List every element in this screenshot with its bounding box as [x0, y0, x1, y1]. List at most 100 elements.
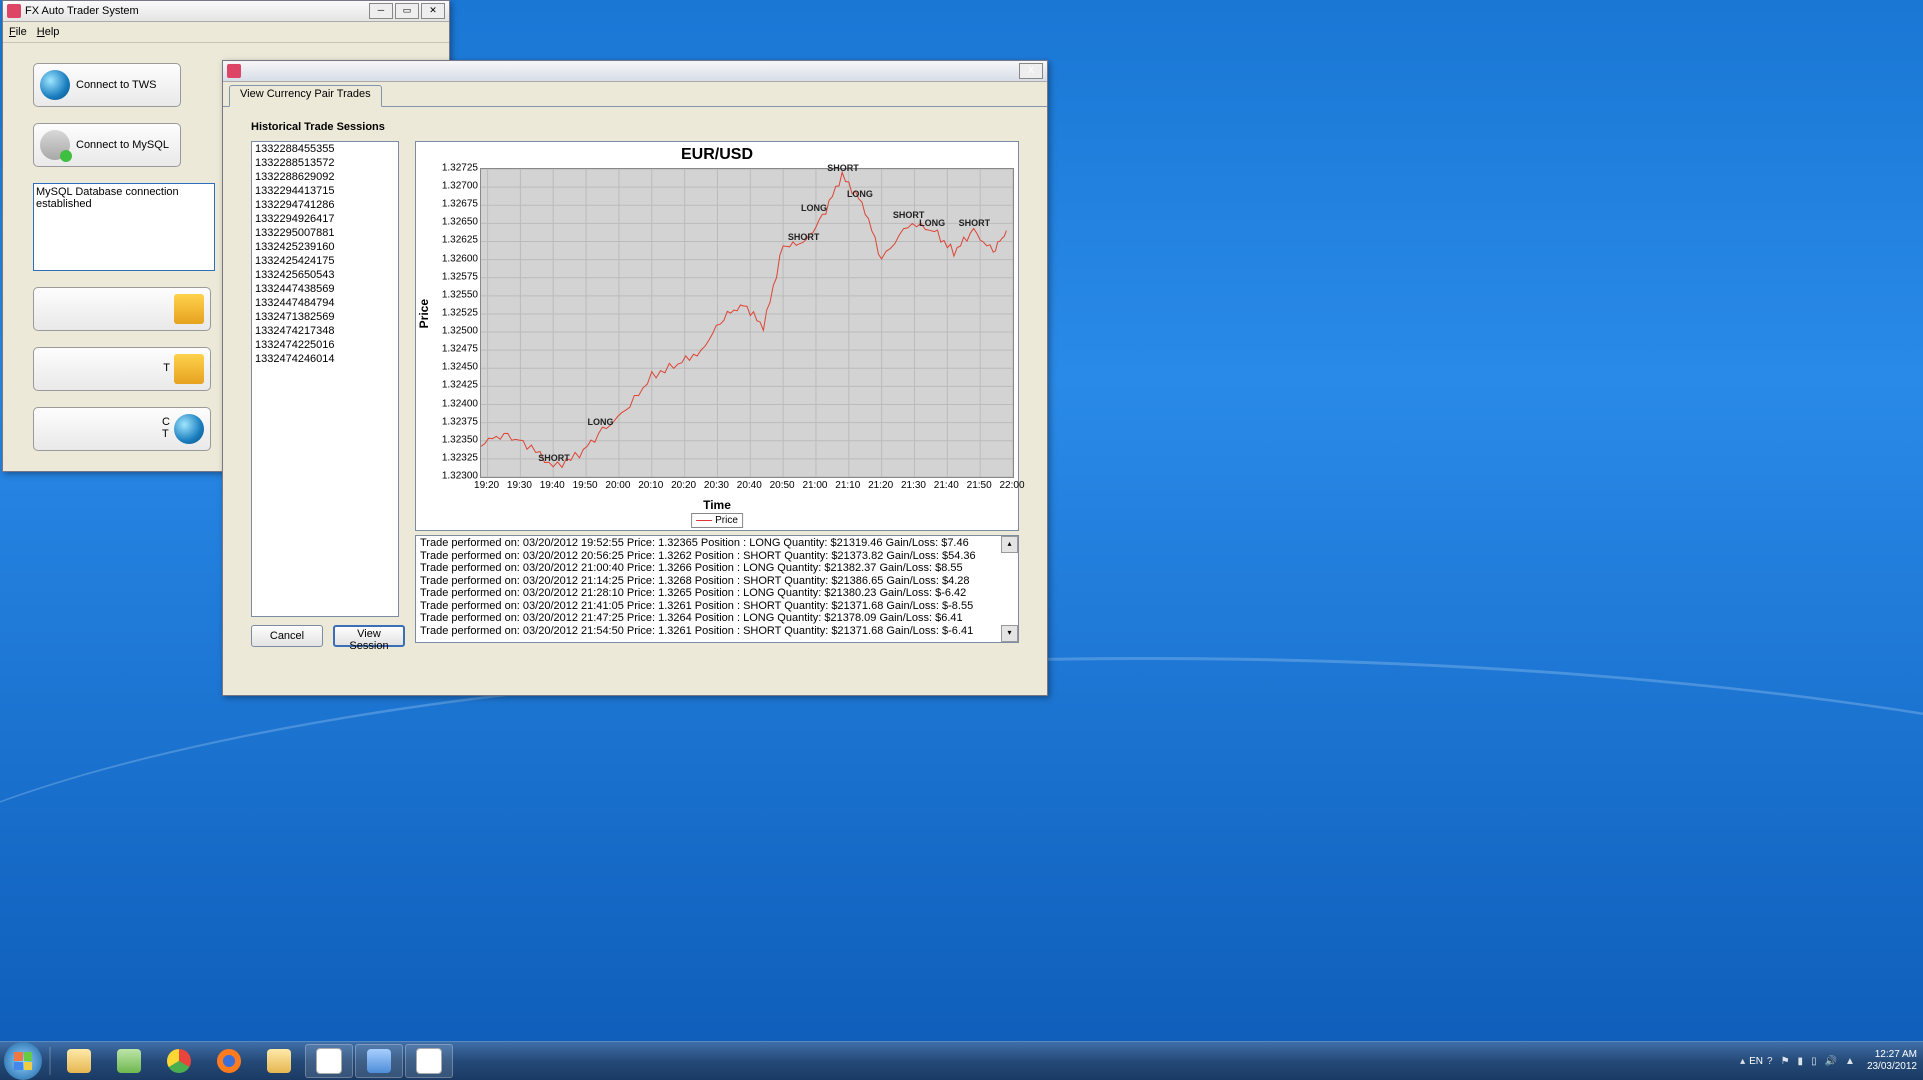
trade-log[interactable]: ▴ ▾ Trade performed on: 03/20/2012 19:52…: [415, 535, 1019, 643]
start-button[interactable]: [4, 1042, 42, 1080]
toolbar-button-2[interactable]: T: [33, 347, 211, 391]
chart-legend: Price: [691, 513, 743, 528]
x-tick-label: 20:10: [638, 480, 663, 491]
taskbar-folder[interactable]: [255, 1044, 303, 1078]
java-icon: [7, 4, 21, 18]
taskbar-app-2[interactable]: [355, 1044, 403, 1078]
cancel-button[interactable]: Cancel: [251, 625, 323, 647]
x-tick-label: 21:30: [901, 480, 926, 491]
taskbar-users[interactable]: [105, 1044, 153, 1078]
network-icon[interactable]: ▮: [1798, 1056, 1804, 1067]
dialog-close-button[interactable]: X: [1019, 63, 1043, 79]
clock-time: 12:27 AM: [1867, 1049, 1917, 1061]
session-item[interactable]: 1332474217348: [252, 324, 398, 338]
toolbar-button-1[interactable]: [33, 287, 211, 331]
globe-icon: [40, 70, 70, 100]
taskbar-explorer[interactable]: [55, 1044, 103, 1078]
session-item[interactable]: 1332425239160: [252, 240, 398, 254]
y-tick-label: 1.32450: [442, 362, 478, 373]
y-tick-label: 1.32375: [442, 416, 478, 427]
java-icon: [227, 64, 241, 78]
y-tick-label: 1.32550: [442, 289, 478, 300]
chrome-icon: [167, 1049, 191, 1073]
tray-separator-icon[interactable]: ▴: [1740, 1056, 1745, 1067]
app-icon: [367, 1049, 391, 1073]
chart-annotation: LONG: [588, 417, 614, 427]
menu-help[interactable]: Help: [37, 26, 60, 38]
paint-icon: [416, 1048, 442, 1074]
session-item[interactable]: 1332447484794: [252, 296, 398, 310]
y-tick-label: 1.32500: [442, 326, 478, 337]
session-item[interactable]: 1332474225016: [252, 338, 398, 352]
dialog-titlebar[interactable]: X: [223, 61, 1047, 82]
main-titlebar[interactable]: FX Auto Trader System ─ ▭ ✕: [3, 1, 449, 22]
session-item[interactable]: 1332425650543: [252, 268, 398, 282]
chart-title: EUR/USD: [416, 146, 1018, 164]
window-title: FX Auto Trader System: [25, 5, 139, 17]
toolbar-button-3[interactable]: CT: [33, 407, 211, 451]
session-item[interactable]: 1332288513572: [252, 156, 398, 170]
clock-date: 23/03/2012: [1867, 1061, 1917, 1073]
taskbar-java-app[interactable]: [305, 1044, 353, 1078]
status-log-line: MySQL Database connection established: [36, 186, 212, 210]
session-item[interactable]: 1332295007881: [252, 226, 398, 240]
tab-view-currency-trades[interactable]: View Currency Pair Trades: [229, 85, 382, 107]
y-tick-label: 1.32575: [442, 271, 478, 282]
x-tick-label: 19:30: [507, 480, 532, 491]
y-tick-label: 1.32725: [442, 163, 478, 174]
y-tick-label: 1.32525: [442, 307, 478, 318]
chart-annotation: SHORT: [959, 218, 991, 228]
trade-log-line: Trade performed on: 03/20/2012 21:47:25 …: [420, 612, 1014, 625]
folder-icon: [67, 1049, 91, 1073]
menubar: File Help: [3, 22, 449, 43]
session-item[interactable]: 1332294413715: [252, 184, 398, 198]
session-item[interactable]: 1332294926417: [252, 212, 398, 226]
java-icon: [316, 1048, 342, 1074]
tool-icon-1: [174, 294, 204, 324]
view-session-button[interactable]: View Session: [333, 625, 405, 647]
connect-mysql-button[interactable]: Connect to MySQL: [33, 123, 181, 167]
wifi-icon[interactable]: ▲: [1845, 1056, 1855, 1067]
x-tick-label: 21:50: [967, 480, 992, 491]
chart-annotation: SHORT: [538, 453, 570, 463]
database-icon: [40, 130, 70, 160]
minimize-button[interactable]: ─: [369, 3, 393, 19]
y-tick-label: 1.32700: [442, 181, 478, 192]
x-tick-label: 22:00: [999, 480, 1024, 491]
y-tick-label: 1.32400: [442, 398, 478, 409]
flag-icon[interactable]: ⚑: [1781, 1056, 1790, 1067]
session-item[interactable]: 1332294741286: [252, 198, 398, 212]
trade-log-line: Trade performed on: 03/20/2012 19:52:55 …: [420, 537, 1014, 550]
x-tick-label: 19:40: [540, 480, 565, 491]
clock[interactable]: 12:27 AM 23/03/2012: [1867, 1049, 1917, 1073]
taskbar-chrome[interactable]: [155, 1044, 203, 1078]
dialog-window: X View Currency Pair Trades Historical T…: [222, 60, 1048, 696]
close-button[interactable]: ✕: [421, 3, 445, 19]
menu-file[interactable]: File: [9, 26, 27, 38]
globe-icon-2: [174, 414, 204, 444]
session-item[interactable]: 1332447438569: [252, 282, 398, 296]
tab-row: View Currency Pair Trades: [223, 82, 1047, 107]
scroll-down-button[interactable]: ▾: [1001, 625, 1018, 642]
taskbar-firefox[interactable]: [205, 1044, 253, 1078]
volume-icon[interactable]: 🔊: [1825, 1056, 1837, 1067]
maximize-button[interactable]: ▭: [395, 3, 419, 19]
sessions-listbox[interactable]: 1332288455355133228851357213322886290921…: [251, 141, 399, 617]
connect-tws-button[interactable]: Connect to TWS: [33, 63, 181, 107]
session-item[interactable]: 1332288629092: [252, 170, 398, 184]
session-item[interactable]: 1332474246014: [252, 352, 398, 366]
y-tick-label: 1.32650: [442, 217, 478, 228]
session-item[interactable]: 1332288455355: [252, 142, 398, 156]
session-item[interactable]: 1332471382569: [252, 310, 398, 324]
help-icon[interactable]: ?: [1767, 1056, 1773, 1067]
session-item[interactable]: 1332425424175: [252, 254, 398, 268]
battery-icon[interactable]: ▯: [1811, 1056, 1817, 1067]
x-axis-label: Time: [703, 498, 731, 512]
chart-annotation: LONG: [847, 189, 873, 199]
x-tick-label: 21:20: [868, 480, 893, 491]
scroll-up-button[interactable]: ▴: [1001, 536, 1018, 553]
language-indicator[interactable]: EN: [1749, 1056, 1763, 1067]
chart-annotation: SHORT: [788, 232, 820, 242]
historical-sessions-label: Historical Trade Sessions: [251, 121, 1019, 133]
taskbar-paint[interactable]: [405, 1044, 453, 1078]
